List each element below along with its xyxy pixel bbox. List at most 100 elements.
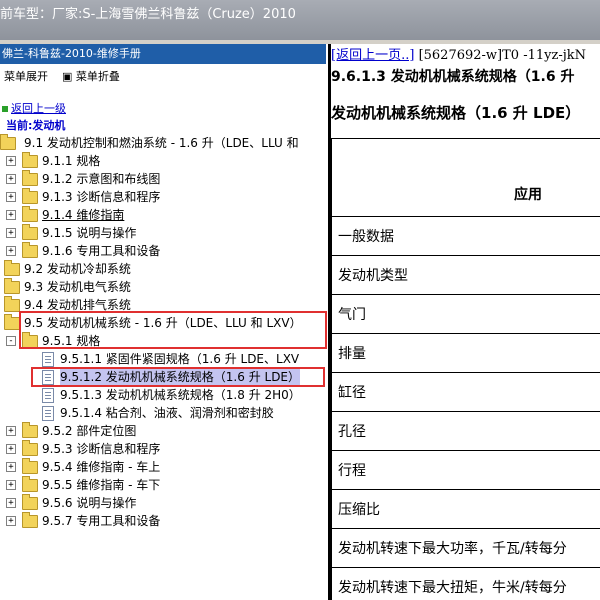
- section-heading: 9.6.1.3 发动机机械系统规格（1.6 升: [331, 69, 575, 85]
- folder-icon: [22, 206, 38, 222]
- folder-open-icon: [4, 314, 20, 330]
- folder-icon: [22, 494, 38, 510]
- folder-icon: [22, 512, 38, 528]
- document-icon: [42, 406, 54, 421]
- table-header-application: 应用: [331, 138, 600, 216]
- tree-item-label: 9.1 发动机控制和燃油系统 - 1.6 升（LDE、LLU 和: [24, 136, 299, 150]
- tree-item[interactable]: 9.1 发动机控制和燃油系统 - 1.6 升（LDE、LLU 和: [0, 134, 328, 152]
- spec-row: 发动机转速下最大功率，千瓦/转每分: [331, 528, 600, 567]
- navigation-pane: 佛兰-科鲁兹-2010-维修手册 菜单展开 ▣ 菜单折叠 返回上一级 当前:发动…: [0, 44, 328, 600]
- tree-item-label: 9.5.6 说明与操作: [42, 496, 137, 510]
- tree-item[interactable]: +9.1.4 维修指南: [0, 206, 328, 224]
- document-icon: [42, 388, 54, 403]
- expand-toggle-icon[interactable]: +: [6, 516, 16, 526]
- tree-item[interactable]: +9.5.7 专用工具和设备: [0, 512, 328, 530]
- tree-item[interactable]: 9.5.1.1 紧固件紧固规格（1.6 升 LDE、LXV: [0, 350, 328, 368]
- expand-toggle-icon[interactable]: +: [6, 480, 16, 490]
- expand-toggle-icon[interactable]: +: [6, 156, 16, 166]
- folder-icon: [22, 188, 38, 204]
- highlight-box-section: [19, 311, 327, 349]
- folder-icon: [4, 278, 20, 294]
- collapse-menu-button[interactable]: ▣ 菜单折叠: [62, 68, 120, 84]
- tree-item-label: 9.1.5 说明与操作: [42, 226, 137, 240]
- menu-bar: 菜单展开 ▣ 菜单折叠: [0, 64, 328, 86]
- spec-row: 发动机转速下最大扭矩，牛米/转每分: [331, 567, 600, 600]
- tree-item[interactable]: 9.5.1.4 粘合剂、油液、润滑剂和密封胶: [0, 404, 328, 422]
- back-icon: [2, 106, 8, 112]
- expand-toggle-icon[interactable]: +: [6, 426, 16, 436]
- tree-item-label: 9.3 发动机电气系统: [24, 280, 131, 294]
- folder-icon: [22, 152, 38, 168]
- tree-item[interactable]: +9.1.1 规格: [0, 152, 328, 170]
- expand-toggle-icon[interactable]: +: [6, 174, 16, 184]
- spec-row: 压缩比: [331, 489, 600, 528]
- tree-item-label: 9.5.1.4 粘合剂、油液、润滑剂和密封胶: [60, 406, 274, 420]
- expand-toggle-icon[interactable]: +: [6, 210, 16, 220]
- expand-toggle-icon[interactable]: +: [6, 498, 16, 508]
- tree-item-label: 9.2 发动机冷却系统: [24, 262, 131, 276]
- expand-toggle-icon[interactable]: +: [6, 228, 16, 238]
- tree-item-label: 9.5.7 专用工具和设备: [42, 514, 161, 528]
- tree-item-label: 9.1.3 诊断信息和程序: [42, 190, 161, 204]
- folder-icon: [22, 242, 38, 258]
- tree-item[interactable]: +9.5.3 诊断信息和程序: [0, 440, 328, 458]
- back-to-parent-link[interactable]: 返回上一级: [2, 100, 66, 116]
- tree-item-label: 9.1.4 维修指南: [42, 208, 125, 222]
- back-page-link[interactable]: [返回上一页..]: [331, 48, 414, 63]
- folder-icon: [22, 458, 38, 474]
- folder-icon: [22, 224, 38, 240]
- spec-row: 发动机类型: [331, 255, 600, 294]
- expand-toggle-icon[interactable]: +: [6, 444, 16, 454]
- highlight-box-item: [31, 367, 325, 387]
- spec-row: 一般数据: [331, 216, 600, 255]
- tree-item-label: 9.5.1.1 紧固件紧固规格（1.6 升 LDE、LXV: [60, 352, 300, 366]
- tree-item-label: 9.5.3 诊断信息和程序: [42, 442, 161, 456]
- folder-open-icon: [0, 134, 16, 150]
- spec-row: 排量: [331, 333, 600, 372]
- tree-item[interactable]: 9.2 发动机冷却系统: [0, 260, 328, 278]
- tree-item-label: 9.1.1 规格: [42, 154, 101, 168]
- tree-item-label: 9.5.1.3 发动机机械系统规格（1.8 升 2H0）: [60, 388, 301, 402]
- tree-item[interactable]: +9.1.6 专用工具和设备: [0, 242, 328, 260]
- tree-item[interactable]: 9.3 发动机电气系统: [0, 278, 328, 296]
- folder-icon: [22, 422, 38, 438]
- tree-item[interactable]: +9.5.5 维修指南 - 车下: [0, 476, 328, 494]
- folder-icon: [22, 476, 38, 492]
- expand-toggle-icon[interactable]: +: [6, 192, 16, 202]
- spec-row: 气门: [331, 294, 600, 333]
- spec-row: 孔径: [331, 411, 600, 450]
- tree-item[interactable]: +9.5.6 说明与操作: [0, 494, 328, 512]
- collapse-menu-label: 菜单折叠: [75, 70, 120, 83]
- doc-id: [5627692-w]T0 -11yz-jkN: [418, 48, 587, 63]
- collapse-icon: ▣: [62, 70, 76, 83]
- collapse-toggle-icon[interactable]: -: [6, 336, 16, 346]
- content-nav: [返回上一页..] [5627692-w]T0 -11yz-jkN: [331, 44, 586, 63]
- tree-item[interactable]: 9.5.1.3 发动机机械系统规格（1.8 升 2H0）: [0, 386, 328, 404]
- document-icon: [42, 352, 54, 367]
- expand-menu-button[interactable]: 菜单展开: [4, 68, 48, 84]
- manual-header: 佛兰-科鲁兹-2010-维修手册: [0, 44, 326, 64]
- expand-toggle-icon[interactable]: +: [6, 246, 16, 256]
- folder-icon: [22, 440, 38, 456]
- spec-row: 缸径: [331, 372, 600, 411]
- back-link-label: 返回上一级: [11, 102, 66, 115]
- tree-item-label: 9.5.4 维修指南 - 车上: [42, 460, 161, 474]
- tree-item[interactable]: +9.1.3 诊断信息和程序: [0, 188, 328, 206]
- table-title: 发动机机械系统规格（1.6 升 LDE）: [331, 104, 581, 122]
- tree-item[interactable]: +9.1.2 示意图和布线图: [0, 170, 328, 188]
- title-bar: 前车型：厂家:S-上海雪佛兰科鲁兹（Cruze）2010: [0, 0, 600, 40]
- content-pane: [返回上一页..] [5627692-w]T0 -11yz-jkN 9.6.1.…: [331, 44, 600, 600]
- spec-row: 行程: [331, 450, 600, 489]
- expand-toggle-icon[interactable]: +: [6, 462, 16, 472]
- tree-item[interactable]: +9.5.4 维修指南 - 车上: [0, 458, 328, 476]
- folder-icon: [4, 260, 20, 276]
- current-location: 当前:发动机: [6, 119, 66, 132]
- folder-icon: [4, 296, 20, 312]
- tree-item-label: 9.1.6 专用工具和设备: [42, 244, 161, 258]
- tree-item-label: 9.5.5 维修指南 - 车下: [42, 478, 161, 492]
- window-title: 前车型：厂家:S-上海雪佛兰科鲁兹（Cruze）2010: [0, 7, 296, 22]
- tree-item[interactable]: +9.5.2 部件定位图: [0, 422, 328, 440]
- tree-item[interactable]: +9.1.5 说明与操作: [0, 224, 328, 242]
- folder-icon: [22, 170, 38, 186]
- tree-item-label: 9.1.2 示意图和布线图: [42, 172, 161, 186]
